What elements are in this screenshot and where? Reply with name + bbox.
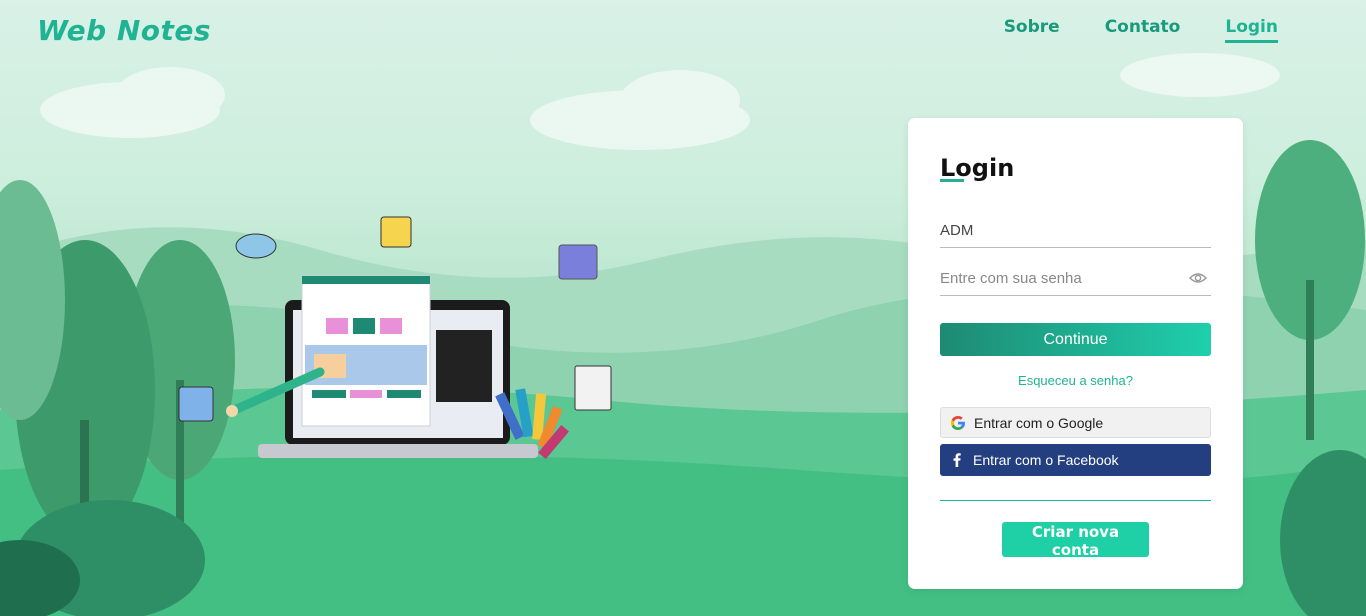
title-underline: [940, 179, 964, 182]
password-input[interactable]: [940, 263, 1170, 293]
create-account-button[interactable]: Criar nova conta: [1002, 522, 1149, 559]
google-icon: [951, 415, 965, 430]
eye-icon[interactable]: [1189, 271, 1207, 285]
username-field: [940, 215, 1211, 248]
login-card: Login Continue Esqueceu a senha? Entrar …: [908, 118, 1243, 589]
google-login-label: Entrar com o Google: [974, 414, 1104, 431]
google-login-button[interactable]: Entrar com o Google: [940, 407, 1211, 438]
brand-logo[interactable]: Web Notes: [37, 14, 211, 47]
facebook-icon: [953, 453, 961, 467]
divider: [940, 500, 1211, 501]
password-field: [940, 263, 1211, 296]
forgot-password-link[interactable]: Esqueceu a senha?: [940, 373, 1211, 388]
facebook-login-button[interactable]: Entrar com o Facebook: [940, 444, 1211, 476]
nav-link-contato[interactable]: Contato: [1105, 17, 1181, 43]
nav-link-sobre[interactable]: Sobre: [1004, 17, 1060, 43]
facebook-login-label: Entrar com o Facebook: [973, 452, 1119, 468]
continue-button[interactable]: Continue: [940, 323, 1211, 356]
top-nav: Sobre Contato Login: [1004, 17, 1278, 43]
login-title: Login: [940, 154, 1015, 182]
username-input[interactable]: [940, 215, 1170, 245]
nav-link-login[interactable]: Login: [1225, 17, 1278, 43]
